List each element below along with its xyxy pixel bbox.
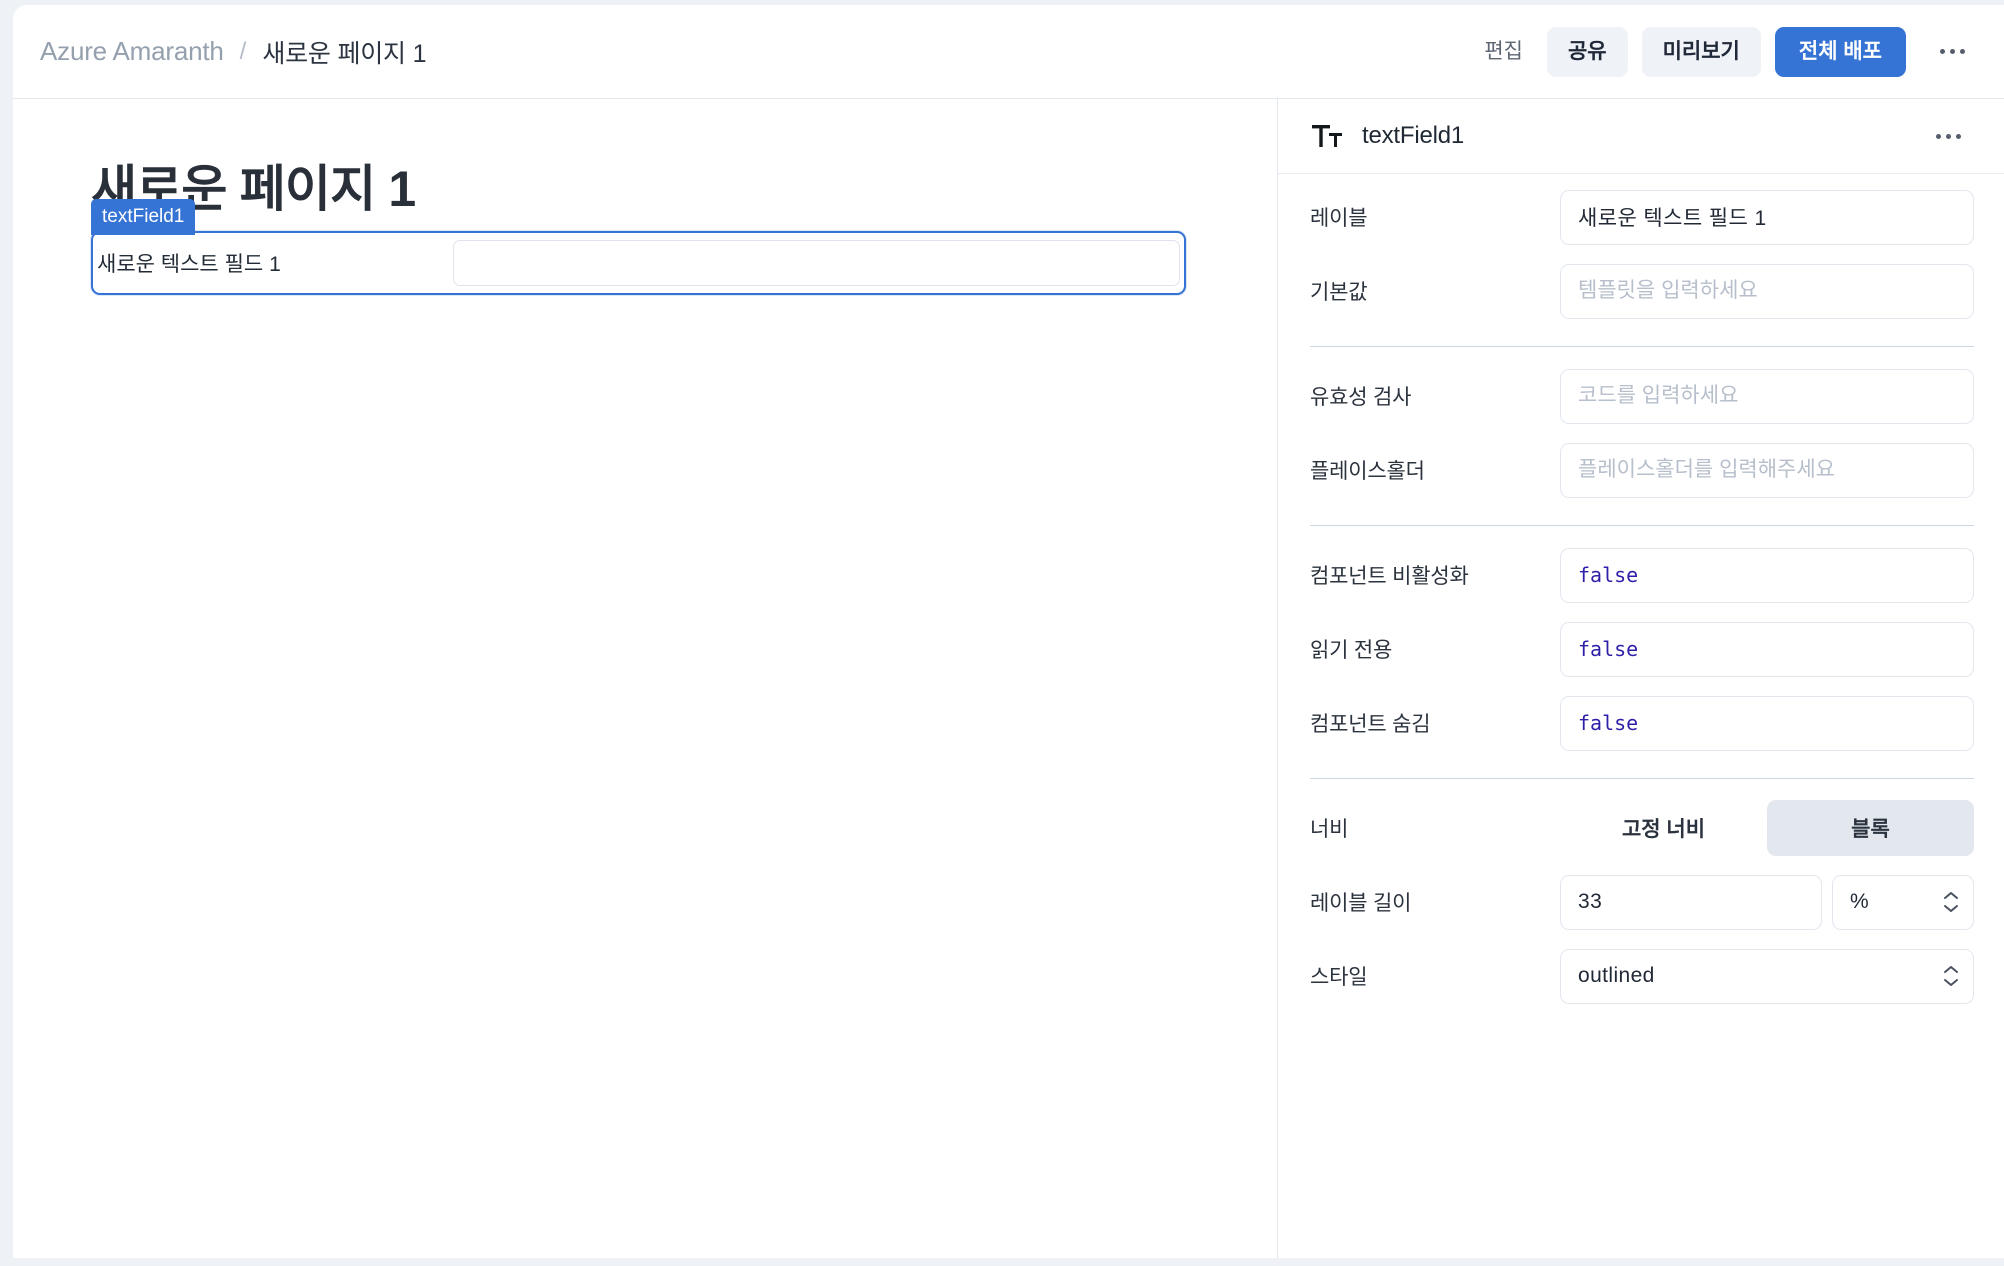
property-row-validation: 유효성 검사 (1310, 359, 1974, 433)
property-group: 유효성 검사 플레이스홀더 (1310, 353, 1974, 515)
property-row-default-value: 기본값 (1310, 254, 1974, 328)
breadcrumb-page-name[interactable]: 새로운 페이지 1 (262, 34, 426, 70)
section-divider (1310, 778, 1974, 779)
canvas-textfield-label: 새로운 텍스트 필드 1 (97, 252, 281, 276)
property-row-readonly: 읽기 전용 (1310, 612, 1974, 686)
deploy-all-button[interactable]: 전체 배포 (1774, 26, 1906, 77)
property-control (1560, 189, 1974, 245)
style-select-wrapper (1560, 948, 1974, 1004)
page-canvas[interactable]: 새로운 페이지 1 textField1 새로운 텍스트 필드 1 (13, 99, 1278, 1258)
width-segmented-control: 고정 너비 블록 (1560, 800, 1974, 856)
property-label: 레이블 (1310, 207, 1368, 230)
kebab-dot-icon (1955, 133, 1961, 139)
kebab-dot-icon (1949, 49, 1955, 54)
properties-panel-header: textField1 (1278, 99, 2004, 174)
property-label: 스타일 (1310, 966, 1368, 989)
property-label: 컴포넌트 비활성화 (1310, 565, 1469, 588)
label-width-unit-select[interactable] (1832, 874, 1974, 930)
top-toolbar: Azure Amaranth / 새로운 페이지 1 편집 공유 미리보기 전체… (13, 5, 2004, 99)
app-window: Azure Amaranth / 새로운 페이지 1 편집 공유 미리보기 전체… (13, 5, 2004, 1258)
default-value-input[interactable] (1560, 263, 1974, 319)
property-row-width: 너비 고정 너비 블록 (1310, 791, 1974, 865)
more-options-button[interactable] (1926, 27, 1978, 77)
text-format-icon (1310, 123, 1344, 149)
property-control: 고정 너비 블록 (1560, 800, 1974, 856)
share-button[interactable]: 공유 (1546, 26, 1628, 77)
property-row-style: 스타일 (1310, 939, 1974, 1013)
validation-input[interactable] (1560, 368, 1974, 424)
preview-button[interactable]: 미리보기 (1641, 26, 1761, 77)
width-option-fixed[interactable]: 고정 너비 (1560, 800, 1767, 856)
properties-panel-body: 레이블 기본값 유효성 (1278, 174, 2004, 1258)
kebab-dot-icon (1945, 133, 1951, 139)
property-group: 레이블 기본값 (1310, 174, 1974, 336)
section-divider (1310, 525, 1974, 526)
property-row-disabled: 컴포넌트 비활성화 (1310, 538, 1974, 612)
width-option-block[interactable]: 블록 (1767, 800, 1974, 856)
property-group: 너비 고정 너비 블록 레이블 길이 33 % 스타일 outlined (1310, 785, 1974, 1021)
toolbar-actions: 편집 공유 미리보기 전체 배포 (1474, 26, 1978, 77)
property-control (1560, 547, 1974, 603)
readonly-input[interactable] (1560, 621, 1974, 677)
kebab-dot-icon (1939, 49, 1945, 54)
disabled-input[interactable] (1560, 547, 1974, 603)
properties-panel: textField1 레이블 기본 (1278, 99, 2004, 1258)
property-label: 플레이스홀더 (1310, 460, 1425, 483)
property-control (1560, 621, 1974, 677)
breadcrumb-separator: / (239, 37, 247, 65)
property-row-hidden: 컴포넌트 숨김 (1310, 686, 1974, 760)
property-label: 레이블 길이 (1310, 892, 1412, 915)
property-row-label-width: 레이블 길이 (1310, 865, 1974, 939)
property-label: 컴포넌트 숨김 (1310, 713, 1431, 736)
placeholder-input[interactable] (1560, 442, 1974, 498)
desktop-bottom-strip (0, 1258, 2004, 1266)
property-control (1560, 695, 1974, 751)
property-control (1560, 948, 1974, 1004)
property-label: 너비 (1310, 818, 1349, 841)
property-control (1560, 442, 1974, 498)
properties-panel-title: textField1 (1362, 122, 1465, 149)
kebab-dot-icon (1935, 133, 1941, 139)
property-label: 유효성 검사 (1310, 386, 1412, 409)
property-control (1560, 874, 1974, 930)
panel-more-options-button[interactable] (1922, 111, 1974, 161)
property-control (1560, 368, 1974, 424)
property-row-placeholder: 플레이스홀더 (1310, 433, 1974, 507)
breadcrumb: Azure Amaranth / 새로운 페이지 1 (40, 34, 427, 70)
selection-badge: textField1 (91, 198, 196, 235)
property-label: 기본값 (1310, 281, 1368, 304)
hidden-input[interactable] (1560, 695, 1974, 751)
page-title: 새로운 페이지 1 (91, 161, 416, 217)
label-width-input[interactable] (1560, 874, 1822, 930)
breadcrumb-app-name[interactable]: Azure Amaranth (40, 36, 224, 67)
canvas-textfield-input[interactable] (453, 239, 1180, 286)
property-label: 읽기 전용 (1310, 639, 1393, 662)
canvas-textfield-component[interactable]: 새로운 텍스트 필드 1 (91, 230, 1186, 295)
kebab-dot-icon (1959, 49, 1965, 54)
desktop-left-rail (0, 0, 13, 1266)
property-row-label: 레이블 (1310, 180, 1974, 254)
style-select[interactable] (1560, 948, 1974, 1004)
label-width-unit-select-wrapper (1832, 874, 1974, 930)
section-divider (1310, 346, 1974, 347)
edit-button[interactable]: 편집 (1474, 27, 1533, 77)
label-input[interactable] (1560, 189, 1974, 245)
workspace: 새로운 페이지 1 textField1 새로운 텍스트 필드 1 textFi… (13, 99, 2004, 1258)
selected-component-wrapper: textField1 새로운 텍스트 필드 1 (91, 198, 1186, 295)
property-control (1560, 263, 1974, 319)
property-group: 컴포넌트 비활성화 읽기 전용 컴포넌트 숨김 (1310, 532, 1974, 768)
